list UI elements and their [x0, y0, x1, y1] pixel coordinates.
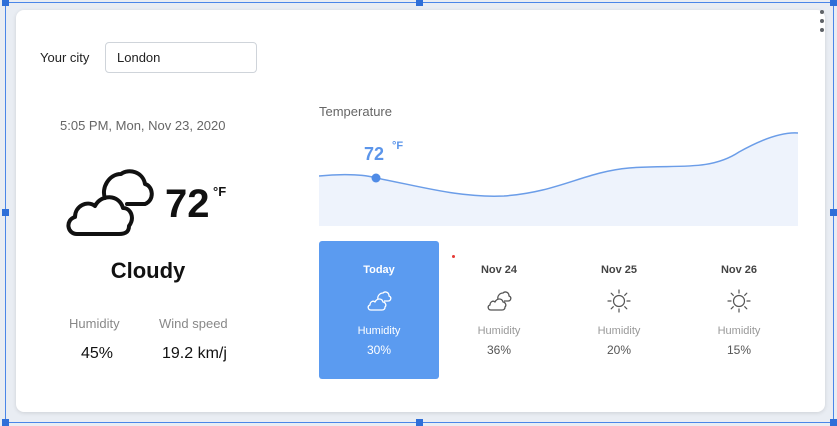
forecast-day-name: Nov 26	[720, 264, 758, 276]
temperature-area	[319, 132, 798, 226]
forecast-humidity-label: Humidity	[477, 325, 521, 337]
forecast-humidity-value: 30%	[366, 343, 392, 357]
more-options-icon[interactable]	[818, 10, 826, 32]
resize-handle-right[interactable]	[830, 209, 837, 216]
humidity-value: 45%	[81, 345, 114, 362]
forecast-humidity-value: 20%	[606, 343, 632, 357]
forecast-humidity-label: Humidity	[357, 325, 401, 337]
resize-handle-bottom-left[interactable]	[2, 419, 9, 426]
forecast-humidity-value: 15%	[726, 343, 752, 357]
city-label: Your city	[40, 50, 90, 65]
temperature-chart	[319, 132, 798, 226]
wind-speed-label: Wind speed	[159, 316, 228, 331]
forecast-humidity-value: 36%	[486, 343, 512, 357]
forecast-day-today[interactable]: Today Humidity 30%	[319, 241, 439, 379]
cloud-icon	[66, 169, 154, 236]
forecast-day-nov-26[interactable]: Nov 26 Humidity 15%	[679, 241, 799, 379]
forecast-day-nov-24[interactable]: Nov 24 Humidity 36%	[439, 241, 559, 379]
current-datetime: 5:05 PM, Mon, Nov 23, 2020	[60, 118, 226, 133]
wind-speed-value: 19.2 km/j	[162, 345, 227, 362]
forecast-humidity-label: Humidity	[597, 325, 641, 337]
chart-temperature-unit: °F	[392, 140, 404, 152]
cloud-icon	[367, 291, 392, 311]
current-temperature-unit: °F	[213, 184, 227, 199]
resize-handle-bottom-right[interactable]	[830, 419, 837, 426]
cloud-icon	[487, 291, 512, 311]
forecast-humidity-label: Humidity	[717, 325, 761, 337]
sun-icon	[727, 289, 751, 313]
temperature-point	[371, 173, 381, 183]
resize-handle-bottom[interactable]	[416, 419, 423, 426]
resize-handle-top-right[interactable]	[830, 0, 837, 6]
sun-icon	[607, 289, 631, 313]
forecast-day-name: Today	[363, 264, 395, 276]
city-input[interactable]	[105, 42, 257, 73]
resize-handle-top-left[interactable]	[2, 0, 9, 6]
temperature-chart-title: Temperature	[319, 104, 392, 119]
forecast-day-name: Nov 24	[480, 264, 518, 276]
resize-handle-left[interactable]	[2, 209, 9, 216]
current-temperature: 72	[165, 182, 210, 226]
chart-temperature-value: 72	[364, 144, 385, 164]
humidity-label: Humidity	[69, 316, 120, 331]
current-condition: Cloudy	[110, 258, 186, 283]
resize-handle-top[interactable]	[416, 0, 423, 6]
marker-dot	[452, 255, 455, 258]
forecast-day-nov-25[interactable]: Nov 25 Humidity 20%	[559, 241, 679, 379]
forecast-day-name: Nov 25	[600, 264, 638, 276]
